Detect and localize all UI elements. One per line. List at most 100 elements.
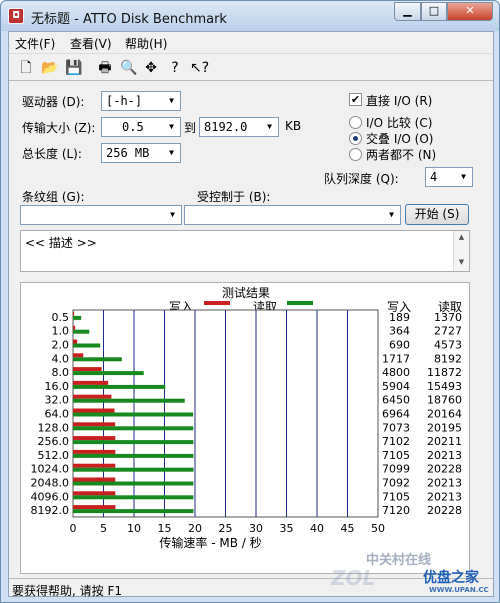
bar-write xyxy=(73,353,84,358)
maximize-button[interactable]: □ xyxy=(421,2,447,21)
help-icon[interactable]: ? xyxy=(167,60,183,76)
description-scrollbar[interactable]: ▲ ▼ xyxy=(453,231,469,271)
controlled-by-label: 受控制于 (B): xyxy=(197,190,271,204)
chevron-down-icon[interactable]: ▼ xyxy=(165,207,180,223)
controlled-by-select[interactable]: ▼ xyxy=(184,205,401,225)
bar-read xyxy=(73,384,166,389)
io-compare-radio[interactable] xyxy=(349,116,362,129)
value-write: 6450 xyxy=(382,394,410,407)
bar-read xyxy=(73,357,122,362)
minimize-button[interactable]: ▁ xyxy=(394,2,421,21)
transfer-to-value: 8192.0 xyxy=(204,120,248,134)
value-write: 364 xyxy=(389,325,410,338)
value-write: 5904 xyxy=(382,380,410,393)
bar-read xyxy=(73,398,185,403)
context-help-icon[interactable]: ↖? xyxy=(190,60,209,76)
value-read: 20228 xyxy=(427,504,462,517)
scroll-down-icon[interactable]: ▼ xyxy=(454,258,469,266)
print-preview-icon[interactable]: 🔍 xyxy=(120,60,137,76)
drive-select[interactable]: [-h-] ▼ xyxy=(101,91,181,111)
bar-read xyxy=(73,426,194,431)
bar-read xyxy=(73,453,194,458)
bar-write xyxy=(73,477,116,482)
title-bar[interactable]: ◘ 无标题 - ATTO Disk Benchmark ▁ □ ✕ xyxy=(1,1,499,31)
stripe-group-select[interactable]: ▼ xyxy=(20,205,182,225)
x-tick-label: 20 xyxy=(188,522,202,535)
status-text: 要获得帮助, 请按 F1 xyxy=(12,584,122,598)
menu-help[interactable]: 帮助(H) xyxy=(125,35,167,52)
bar-write xyxy=(73,505,116,510)
y-tick-label: 128.0 xyxy=(38,421,70,434)
direct-io-label: 直接 I/O (R) xyxy=(366,94,433,108)
bar-read xyxy=(73,509,194,514)
print-icon[interactable]: 🖶 xyxy=(97,60,113,76)
client-area: 文件(F) 查看(V) 帮助(H) 🗋 📂 💾 🖶 🔍 ✥ ? ↖? 驱动器 (… xyxy=(8,31,494,598)
overlap-io-label: 交叠 I/O (O) xyxy=(366,132,434,146)
bar-write xyxy=(73,380,109,385)
open-icon[interactable]: 📂 xyxy=(41,60,58,76)
bar-read xyxy=(73,315,82,320)
toolbar: 🗋 📂 💾 🖶 🔍 ✥ ? ↖? xyxy=(9,53,493,81)
value-read: 8192 xyxy=(434,352,462,365)
queue-depth-select[interactable]: 4 ▼ xyxy=(425,167,473,187)
total-length-label: 总长度 (L): xyxy=(22,147,82,161)
x-axis-label: 传输速率 - MB / 秒 xyxy=(159,535,261,550)
chevron-down-icon[interactable]: ▼ xyxy=(384,207,399,223)
value-write: 7092 xyxy=(382,477,410,490)
bar-write xyxy=(73,463,116,468)
menu-view[interactable]: 查看(V) xyxy=(70,35,112,52)
io-compare-label: I/O 比较 (C) xyxy=(366,116,433,130)
y-tick-label: 8.0 xyxy=(52,366,70,379)
bar-write xyxy=(73,325,76,330)
bar-write xyxy=(73,311,75,316)
chevron-down-icon[interactable]: ▼ xyxy=(456,169,471,185)
x-tick-label: 40 xyxy=(310,522,324,535)
chevron-down-icon[interactable]: ▼ xyxy=(164,119,179,135)
move-icon[interactable]: ✥ xyxy=(143,60,159,76)
transfer-from-select[interactable]: 0.5 ▼ xyxy=(101,117,181,137)
chevron-down-icon[interactable]: ▼ xyxy=(164,145,179,161)
value-write: 690 xyxy=(389,339,410,352)
x-tick-label: 45 xyxy=(341,522,355,535)
value-read: 20213 xyxy=(427,449,462,462)
description-box[interactable]: << 描述 >> ▲ ▼ xyxy=(20,230,470,272)
value-write: 7099 xyxy=(382,463,410,476)
y-tick-label: 2.0 xyxy=(52,339,70,352)
window-title: 无标题 - ATTO Disk Benchmark xyxy=(31,12,227,27)
start-button[interactable]: 开始 (S) xyxy=(405,204,469,225)
app-icon[interactable]: ◘ xyxy=(8,8,24,24)
value-write: 7105 xyxy=(382,449,410,462)
direct-io-checkbox[interactable]: ✔ xyxy=(349,93,362,106)
status-bar: 要获得帮助, 请按 F1 xyxy=(9,578,493,598)
neither-radio[interactable] xyxy=(349,148,362,161)
y-tick-label: 0.5 xyxy=(52,311,70,324)
to-label: 到 xyxy=(184,121,197,135)
total-length-select[interactable]: 256 MB ▼ xyxy=(101,143,181,163)
save-icon[interactable]: 💾 xyxy=(65,60,82,76)
y-tick-label: 1.0 xyxy=(52,325,70,338)
overlap-io-radio[interactable] xyxy=(349,132,362,145)
scroll-up-icon[interactable]: ▲ xyxy=(454,233,469,241)
value-read: 20164 xyxy=(427,408,462,421)
x-tick-label: 30 xyxy=(249,522,263,535)
x-tick-label: 35 xyxy=(280,522,294,535)
y-tick-label: 4096.0 xyxy=(31,490,70,503)
value-write: 7120 xyxy=(382,504,410,517)
menu-file[interactable]: 文件(F) xyxy=(15,35,55,52)
y-tick-label: 4.0 xyxy=(52,352,70,365)
y-tick-label: 256.0 xyxy=(38,435,70,448)
neither-label: 两者都不 (N) xyxy=(366,148,437,162)
drive-value: [-h-] xyxy=(106,94,143,108)
bar-read xyxy=(73,495,194,500)
transfer-from-value: 0.5 xyxy=(122,120,144,134)
value-read: 20228 xyxy=(427,463,462,476)
close-button[interactable]: ✕ xyxy=(447,2,493,21)
results-chart: 测试结果写入 读取 写入 读取0 5 10 15 20 25 30 35 40 45 50传输速率 - M… xyxy=(31,285,463,550)
transfer-to-select[interactable]: 8192.0 ▼ xyxy=(199,117,279,137)
new-icon[interactable]: 🗋 xyxy=(18,60,34,76)
x-tick-label: 5 xyxy=(100,522,107,535)
value-write: 189 xyxy=(389,311,410,324)
chevron-down-icon[interactable]: ▼ xyxy=(164,93,179,109)
bar-read xyxy=(73,329,90,334)
chevron-down-icon[interactable]: ▼ xyxy=(262,119,277,135)
